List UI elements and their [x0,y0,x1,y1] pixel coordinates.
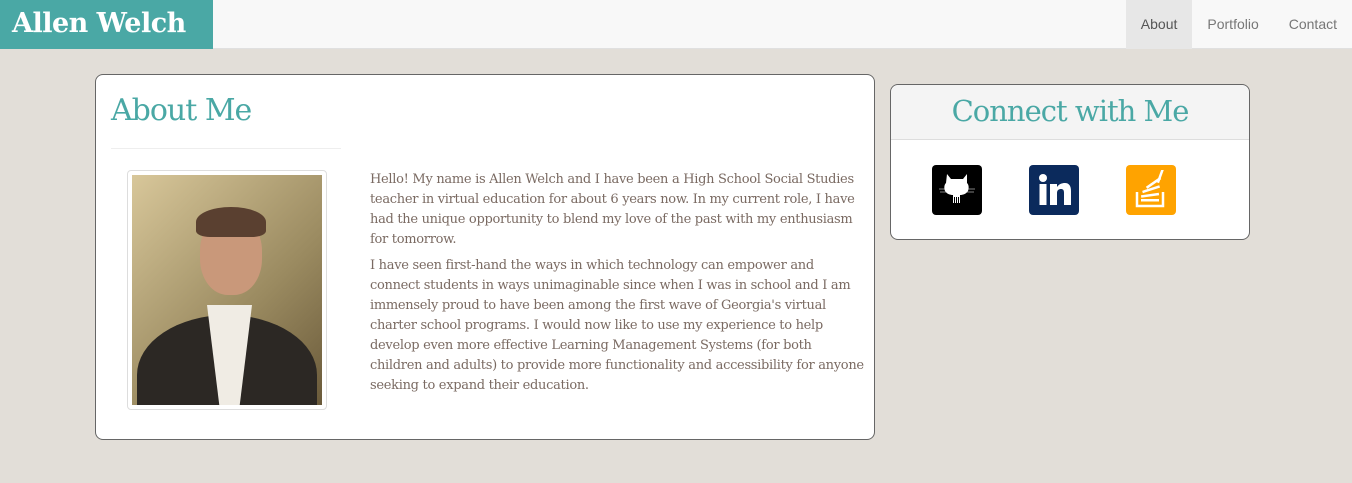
nav-link-contact[interactable]: Contact [1274,0,1352,49]
connect-title: Connect with Me [891,85,1249,140]
connect-card: Connect with Me [890,84,1250,240]
navbar: Allen Welch About Portfolio Contact [0,0,1352,49]
nav-link-about[interactable]: About [1125,0,1193,49]
github-icon[interactable] [932,165,982,215]
about-paragraph: Hello! My name is Allen Welch and I have… [370,172,855,247]
linkedin-icon[interactable] [1029,165,1079,215]
about-text: Hello! My name is Allen Welch and I have… [370,170,865,402]
profile-photo [127,170,327,410]
brand-logo[interactable]: Allen Welch [0,0,213,49]
nav-links: About Portfolio Contact [1125,0,1352,49]
about-paragraph: I have seen first-hand the ways in which… [370,258,864,393]
stackoverflow-icon[interactable] [1126,165,1176,215]
nav-link-portfolio[interactable]: Portfolio [1192,0,1273,49]
about-title: About Me [111,93,252,128]
about-card: About Me Hello! My name is Allen Welch a… [95,74,875,440]
divider [111,148,341,149]
